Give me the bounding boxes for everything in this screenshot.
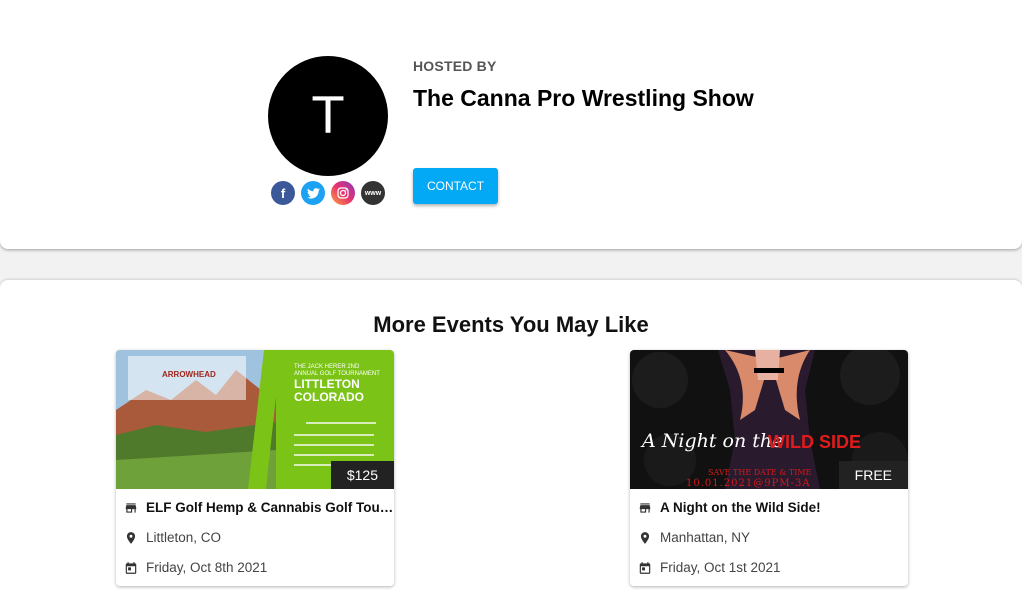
location-pin-icon	[640, 531, 650, 544]
event-location-row: Manhattan, NY	[638, 530, 750, 545]
contact-button[interactable]: CONTACT	[413, 168, 498, 204]
store-icon	[639, 502, 651, 513]
event-location: Manhattan, NY	[660, 530, 751, 545]
image-script-text: A Night on the	[642, 430, 784, 452]
event-title-row: ELF Golf Hemp & Cannabis Golf Tourn...	[124, 500, 394, 515]
host-card	[0, 0, 1022, 249]
price-badge: FREE	[838, 461, 908, 489]
facebook-icon[interactable]: f	[271, 181, 295, 205]
hosted-by-label: HOSTED BY	[413, 58, 497, 74]
event-date-row: Friday, Oct 8th 2021	[124, 560, 267, 575]
twitter-icon[interactable]	[301, 181, 325, 205]
image-date-text: 10.01.2021@9PM-3A	[686, 478, 811, 489]
event-date-row: Friday, Oct 1st 2021	[638, 560, 781, 575]
price-badge: $125	[330, 461, 394, 489]
image-bold-text: WILD SIDE	[768, 432, 861, 452]
host-name: The Canna Pro Wrestling Show	[413, 85, 754, 111]
image-big-heading: LITTLETON COLORADO	[294, 377, 364, 404]
calendar-icon	[125, 561, 137, 574]
event-location: Littleton, CO	[146, 530, 222, 545]
avatar-letter: T	[312, 87, 344, 145]
event-image: ARROWHEAD THE JACK HERER 2ND ANNUAL GOLF…	[116, 350, 394, 489]
event-location-row: Littleton, CO	[124, 530, 221, 545]
event-title[interactable]: ELF Golf Hemp & Cannabis Golf Tourn...	[146, 500, 394, 515]
website-icon[interactable]: www	[361, 181, 385, 205]
event-title-row: A Night on the Wild Side!	[638, 500, 821, 515]
event-date: Friday, Oct 1st 2021	[660, 560, 781, 575]
image-save-text: SAVE THE DATE & TIME	[708, 468, 812, 477]
section-title: More Events You May Like	[373, 312, 649, 337]
event-title[interactable]: A Night on the Wild Side!	[660, 500, 821, 515]
event-date: Friday, Oct 8th 2021	[146, 560, 268, 575]
social-links: f www	[271, 181, 385, 205]
event-image: A Night on the WILD SIDE SAVE THE DATE &…	[630, 350, 908, 489]
store-icon	[125, 502, 137, 513]
location-pin-icon	[126, 531, 136, 544]
calendar-icon	[639, 561, 651, 574]
instagram-icon[interactable]	[331, 181, 355, 205]
event-card[interactable]: A Night on the WILD SIDE SAVE THE DATE &…	[630, 350, 908, 586]
image-small-heading: THE JACK HERER 2ND ANNUAL GOLF TOURNAMEN…	[294, 364, 380, 377]
arrowhead-logo: ARROWHEAD	[162, 370, 216, 379]
host-avatar: T	[268, 56, 388, 176]
event-card[interactable]: ARROWHEAD THE JACK HERER 2ND ANNUAL GOLF…	[116, 350, 394, 586]
